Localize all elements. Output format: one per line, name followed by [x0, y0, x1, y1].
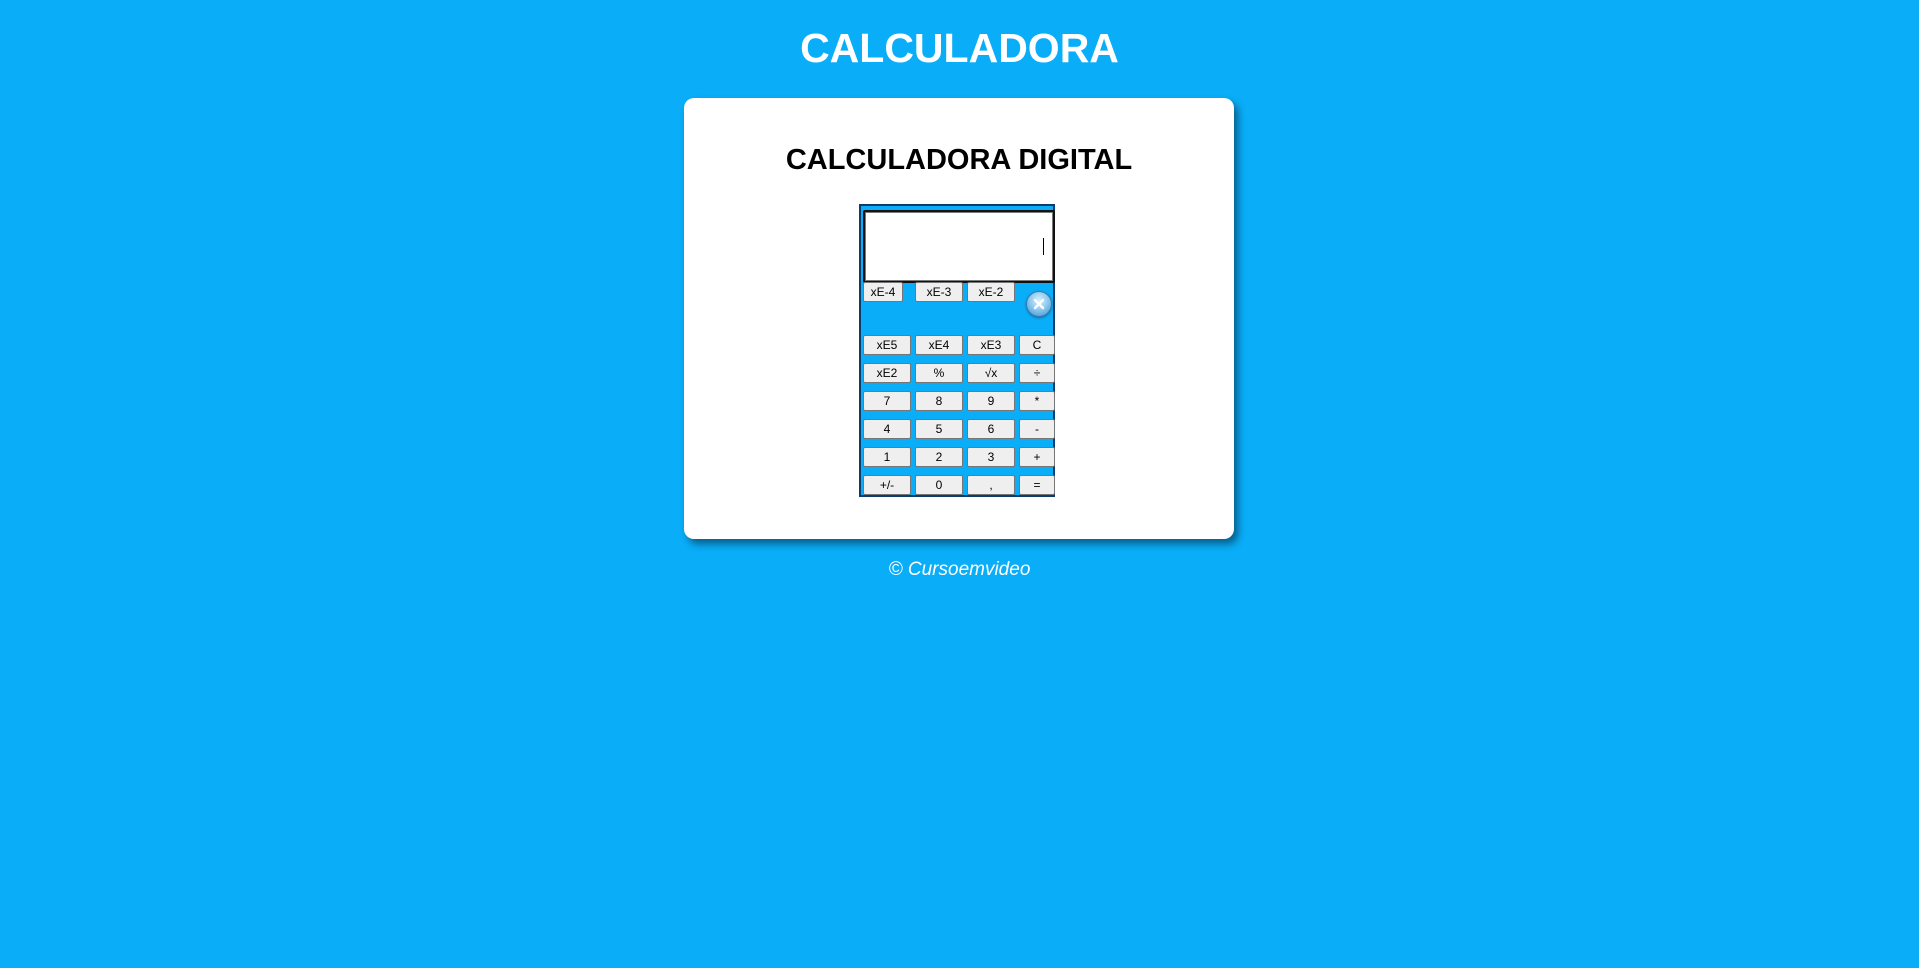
key-square-root[interactable]: √x [967, 363, 1015, 383]
key-5[interactable]: 5 [915, 419, 963, 439]
footer-copyright: © Cursoemvideo [888, 559, 1031, 580]
key-xe3[interactable]: xE3 [967, 335, 1015, 355]
page-title: CALCULADORA [800, 25, 1119, 71]
key-3[interactable]: 3 [967, 447, 1015, 467]
calculator: xE-4 xE-3 xE-2 xE5 xE4 xE3 C xE2 % √x ÷ … [859, 204, 1055, 497]
key-decimal[interactable]: , [967, 475, 1015, 495]
close-button[interactable] [1026, 291, 1052, 317]
key-multiply[interactable]: * [1019, 391, 1055, 411]
key-equals[interactable]: = [1019, 475, 1055, 495]
key-0[interactable]: 0 [915, 475, 963, 495]
key-xe-neg4[interactable]: xE-4 [863, 282, 903, 302]
key-6[interactable]: 6 [967, 419, 1015, 439]
calculator-card: CALCULADORA DIGITAL xE-4 xE-3 xE-2 xE5 x… [684, 98, 1234, 539]
calculator-display[interactable] [863, 210, 1055, 283]
key-1[interactable]: 1 [863, 447, 911, 467]
key-xe2[interactable]: xE2 [863, 363, 911, 383]
key-8[interactable]: 8 [915, 391, 963, 411]
key-toggle-sign[interactable]: +/- [863, 475, 911, 495]
key-xe-neg2[interactable]: xE-2 [967, 282, 1015, 302]
key-divide[interactable]: ÷ [1019, 363, 1055, 383]
key-7[interactable]: 7 [863, 391, 911, 411]
key-xe-neg3[interactable]: xE-3 [915, 282, 963, 302]
key-percent[interactable]: % [915, 363, 963, 383]
text-cursor [1043, 238, 1044, 255]
key-9[interactable]: 9 [967, 391, 1015, 411]
key-2[interactable]: 2 [915, 447, 963, 467]
key-xe4[interactable]: xE4 [915, 335, 963, 355]
close-icon [1033, 298, 1045, 310]
card-title: CALCULADORA DIGITAL [785, 144, 1133, 176]
key-xe5[interactable]: xE5 [863, 335, 911, 355]
key-minus[interactable]: - [1019, 419, 1055, 439]
key-clear[interactable]: C [1019, 335, 1055, 355]
key-4[interactable]: 4 [863, 419, 911, 439]
key-plus[interactable]: + [1019, 447, 1055, 467]
